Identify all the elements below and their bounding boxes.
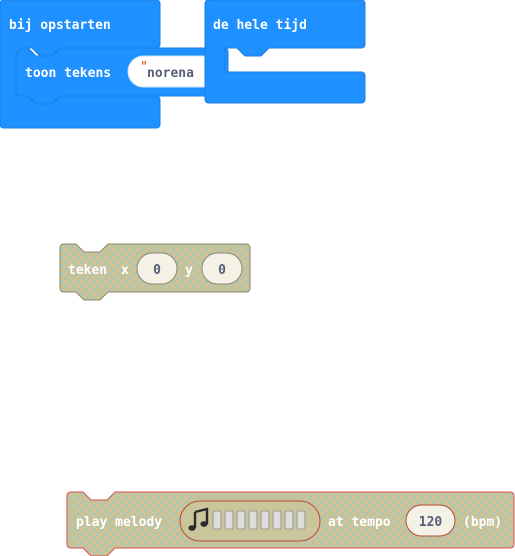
plot-y-label: y	[185, 263, 193, 278]
melody-cell	[212, 510, 222, 530]
melody-cell	[260, 510, 270, 530]
forever-block[interactable]: de hele tijd	[204, 0, 366, 104]
plot-block[interactable]: teken x 0 y 0	[59, 243, 251, 301]
plot-x-input[interactable]: 0	[136, 252, 178, 285]
melody-cell	[284, 510, 294, 530]
tempo-value: 120	[419, 515, 443, 530]
melody-cell	[236, 510, 246, 530]
plot-y-input[interactable]: 0	[201, 252, 243, 285]
forever-block-shape	[204, 0, 366, 104]
text-input-value: norena	[147, 66, 194, 81]
plot-x-value: 0	[153, 263, 161, 278]
melody-field[interactable]	[179, 500, 321, 542]
workspace-canvas[interactable]: bij opstarten toon tekens " norena " de …	[0, 0, 515, 556]
bpm-label: (bpm)	[463, 515, 502, 530]
on-start-label: bij opstarten	[9, 18, 111, 33]
forever-label: de hele tijd	[213, 18, 307, 33]
plot-y-value: 0	[218, 263, 226, 278]
show-string-block[interactable]: toon tekens " norena "	[15, 47, 229, 105]
melody-cell	[224, 510, 234, 530]
show-string-label: toon tekens	[25, 66, 111, 81]
tempo-input[interactable]: 120	[405, 504, 456, 537]
plot-label: teken	[68, 263, 107, 278]
tempo-label: at tempo	[328, 515, 391, 530]
plot-x-label: x	[121, 263, 129, 278]
play-melody-block[interactable]: play melody at tempo 120 (bpm)	[66, 491, 515, 556]
melody-cell	[296, 510, 306, 530]
play-melody-label: play melody	[76, 515, 162, 530]
melody-cell	[248, 510, 258, 530]
melody-cell	[272, 510, 282, 530]
